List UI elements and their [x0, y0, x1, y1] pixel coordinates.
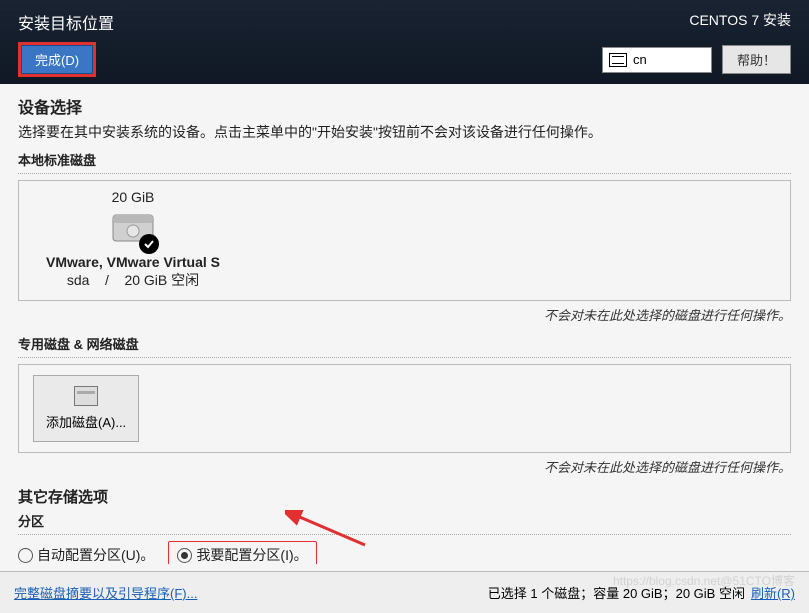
divider: [18, 173, 791, 174]
radio-icon: [177, 548, 192, 563]
selected-summary-text: 已选择 1 个磁盘；容量 20 GiB；20 GiB 空闲: [488, 583, 745, 602]
partition-section-label: 分区: [18, 511, 791, 530]
refresh-link[interactable]: 刷新(R): [751, 583, 795, 602]
distro-label: CENTOS 7 安装: [689, 10, 791, 30]
auto-partition-radio[interactable]: 自动配置分区(U)。: [18, 545, 154, 564]
auto-partition-label: 自动配置分区(U)。: [37, 545, 154, 564]
local-disk-hint: 不会对未在此处选择的磁盘进行任何操作。: [18, 305, 791, 324]
main-content: 设备选择 选择要在其中安装系统的设备。点击主菜单中的"开始安装"按钮前不会对该设…: [0, 84, 809, 564]
disk-summary-link[interactable]: 完整磁盘摘要以及引导程序(F)...: [14, 586, 197, 601]
keyboard-icon: [609, 53, 627, 67]
divider: [18, 534, 791, 535]
disk-icon: [74, 386, 98, 406]
local-disk-item[interactable]: 20 GiB VMware, VMware Virtual S sda / 20…: [18, 180, 791, 301]
add-disk-button[interactable]: 添加磁盘(A)...: [33, 375, 139, 442]
manual-partition-radio[interactable]: 我要配置分区(I)。: [168, 541, 316, 564]
local-disks-label: 本地标准磁盘: [18, 150, 791, 169]
checkmark-icon: [139, 234, 159, 254]
disk-icon: [111, 209, 155, 250]
device-selection-description: 选择要在其中安装系统的设备。点击主菜单中的"开始安装"按钮前不会对该设备进行任何…: [18, 122, 791, 142]
manual-partition-label: 我要配置分区(I)。: [196, 545, 307, 564]
help-button[interactable]: 帮助！: [722, 45, 791, 74]
device-selection-title: 设备选择: [18, 94, 791, 118]
disk-size: 20 GiB: [33, 189, 233, 205]
disk-info: sda / 20 GiB 空闲: [33, 270, 233, 290]
top-header: 安装目标位置 CENTOS 7 安装 完成(D) cn 帮助！: [0, 0, 809, 84]
add-disk-label: 添加磁盘(A)...: [46, 412, 126, 431]
done-button[interactable]: 完成(D): [18, 42, 96, 77]
other-options-title: 其它存储选项: [18, 486, 791, 507]
disk-name: VMware, VMware Virtual S: [33, 254, 233, 270]
special-disks-label: 专用磁盘 & 网络磁盘: [18, 334, 791, 353]
partition-radio-group: 自动配置分区(U)。 我要配置分区(I)。: [18, 541, 791, 564]
special-disk-hint: 不会对未在此处选择的磁盘进行任何操作。: [18, 457, 791, 476]
special-disks-container: 添加磁盘(A)...: [18, 364, 791, 453]
page-title: 安装目标位置: [18, 10, 114, 34]
keyboard-layout-value: cn: [633, 52, 647, 67]
radio-icon: [18, 548, 33, 563]
keyboard-layout-selector[interactable]: cn: [602, 47, 712, 73]
divider: [18, 357, 791, 358]
footer-bar: 完整磁盘摘要以及引导程序(F)... 已选择 1 个磁盘；容量 20 GiB；2…: [0, 571, 809, 613]
